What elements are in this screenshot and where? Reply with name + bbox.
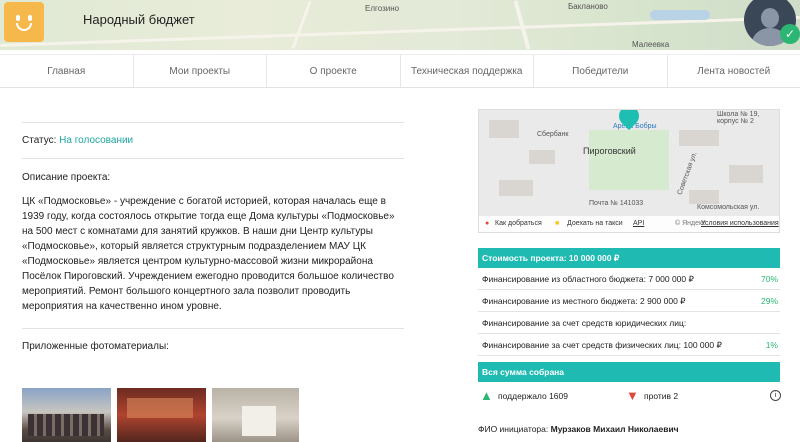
votes-bar: ▲ поддержало 1609 ▼ против 2 i — [478, 388, 781, 406]
initiator-line: ФИО инициатора: Мурзаков Михаил Николаев… — [478, 424, 679, 434]
map-label-maleevka: Малеевка — [632, 40, 670, 49]
map-label-school: Школа № 19, корпус № 2 — [717, 111, 760, 125]
map-controls: ● Как добраться ■ Доехать на такси API ©… — [479, 216, 779, 232]
funding-row: Финансирование за счет средств юридическ… — [478, 312, 780, 334]
header: Елгозино Бакланово Малеевка Народный бюд… — [0, 0, 800, 50]
api-link[interactable]: API — [633, 220, 644, 227]
site-title[interactable]: Народный бюджет — [83, 12, 195, 27]
thumbs-down-icon[interactable]: ▼ — [626, 388, 639, 404]
funding-row-pct: 70% — [760, 274, 778, 284]
location-map[interactable]: Школа № 19, корпус № 2 Арена Бобры Сберб… — [478, 109, 780, 233]
terms-link[interactable]: Условия использования — [701, 220, 779, 227]
photo-thumbnail[interactable] — [22, 388, 111, 442]
map-label-pirogovsky: Пироговский — [583, 146, 636, 156]
taxi-icon: ■ — [555, 220, 560, 227]
map-label-baklanovo: Бакланово — [568, 2, 608, 11]
divider — [22, 158, 404, 159]
map-label-sberbank: Сбербанк — [537, 131, 569, 138]
funding-row-pct: 29% — [760, 296, 778, 306]
status-value: На голосовании — [59, 135, 134, 146]
description-label: Описание проекта: — [22, 172, 111, 183]
initiator-name: Мурзаков Михаил Николаевич — [550, 424, 679, 434]
funding-row: Финансирование за счет средств физически… — [478, 334, 780, 356]
nav-item-news[interactable]: Лента новостей — [668, 55, 800, 87]
nav-item-support[interactable]: Техническая поддержка — [401, 55, 534, 87]
divider — [22, 122, 404, 123]
map-label-elgozino: Елгозино — [365, 4, 400, 13]
collected-status: Вся сумма собрана — [478, 362, 780, 382]
photo-thumbnail[interactable] — [212, 388, 299, 442]
map-label-post: Почта № 141033 — [589, 200, 644, 207]
thumbs-up-icon[interactable]: ▲ — [480, 388, 493, 404]
nav-item-winners[interactable]: Победители — [534, 55, 668, 87]
funding-row: Финансирование из областного бюджета: 7 … — [478, 268, 780, 290]
logo-icon[interactable] — [4, 2, 44, 42]
nav-item-home[interactable]: Главная — [0, 55, 134, 87]
funding-row-label: Финансирование из местного бюджета: 2 90… — [482, 296, 686, 306]
project-cost: Стоимость проекта: 10 000 000 ₽ — [478, 248, 780, 268]
photos-label: Приложенные фотоматериалы: — [22, 341, 169, 352]
map-label-komsomolskaya: Комсомольская ул. — [697, 204, 760, 211]
funding-panel: Стоимость проекта: 10 000 000 ₽ Финансир… — [478, 248, 780, 382]
funding-row-pct: 1% — [765, 340, 778, 350]
info-icon[interactable]: i — [770, 390, 781, 401]
status-line: Статус: На голосовании — [22, 135, 404, 146]
project-description: ЦК «Подмосковье» - учреждение с богатой … — [22, 196, 395, 312]
funding-row: Финансирование из местного бюджета: 2 90… — [478, 290, 780, 312]
nav-item-about[interactable]: О проекте — [267, 55, 401, 87]
funding-row-label: Финансирование за счет средств физически… — [482, 340, 722, 350]
funding-row-label: Финансирование из областного бюджета: 7 … — [482, 274, 694, 284]
taxi-link[interactable]: Доехать на такси — [567, 220, 623, 227]
status-label: Статус: — [22, 135, 57, 146]
support-count: поддержало 1609 — [498, 391, 568, 401]
funding-row-label: Финансирование за счет средств юридическ… — [482, 318, 687, 328]
main-nav: Главная Мои проекты О проекте Техническа… — [0, 54, 800, 88]
divider — [22, 328, 404, 329]
project-details: Статус: На голосовании Описание проекта:… — [22, 122, 404, 352]
route-link[interactable]: Как добраться — [495, 220, 542, 227]
route-icon: ● — [485, 220, 490, 227]
photo-thumbnail[interactable] — [117, 388, 206, 442]
nav-item-my-projects[interactable]: Мои проекты — [134, 55, 267, 87]
photo-gallery — [22, 388, 305, 442]
verified-check-icon: ✓ — [780, 24, 800, 44]
initiator-label: ФИО инициатора: — [478, 424, 549, 434]
against-count: против 2 — [644, 391, 679, 401]
